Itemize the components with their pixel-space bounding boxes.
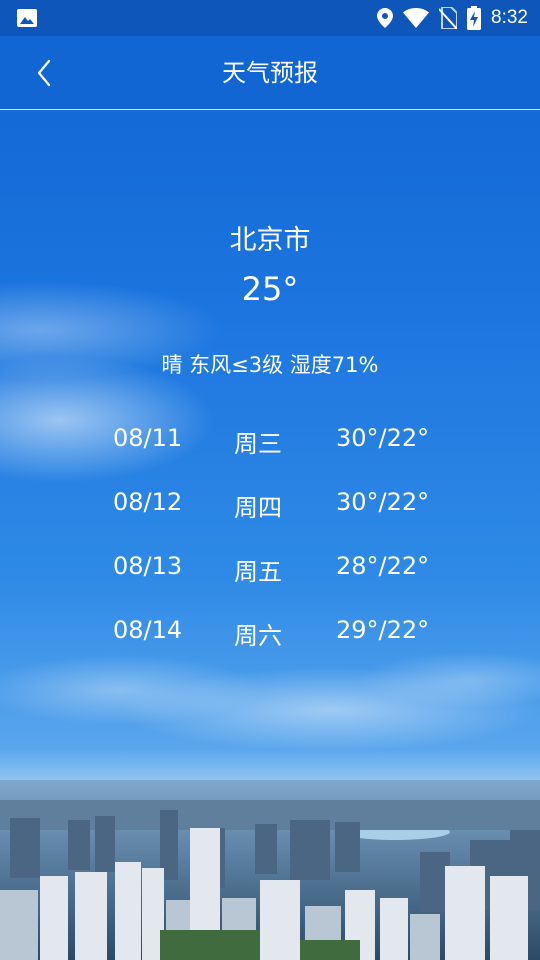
- location-icon: [377, 8, 394, 28]
- forecast-weekday: 周四: [234, 494, 282, 522]
- forecast-row: 08/14 周六 29°/22°: [0, 606, 540, 670]
- forecast-list: 08/11 周三 30°/22° 08/12 周四 30°/22° 08/13 …: [0, 414, 540, 670]
- forecast-temp-range: 29°/22°: [336, 616, 430, 644]
- battery-charging-icon: [467, 6, 482, 30]
- page-title: 天气预报: [222, 59, 318, 87]
- wifi-icon: [403, 8, 430, 28]
- forecast-row: 08/12 周四 30°/22°: [0, 478, 540, 542]
- forecast-temp-range: 28°/22°: [336, 552, 430, 580]
- weather-condition: 晴 东风≤3级 湿度71%: [161, 353, 379, 377]
- status-time: 8:32: [491, 7, 528, 28]
- forecast-date: 08/12: [113, 488, 183, 516]
- status-bar: 8:32: [0, 0, 540, 36]
- forecast-temp-range: 30°/22°: [336, 488, 430, 516]
- city-skyline-image: [0, 780, 540, 960]
- app-bar: 天气预报: [0, 36, 540, 110]
- no-sim-icon: [439, 7, 458, 29]
- forecast-weekday: 周三: [234, 430, 282, 458]
- forecast-date: 08/13: [113, 552, 183, 580]
- back-button[interactable]: [22, 50, 66, 96]
- forecast-row: 08/13 周五 28°/22°: [0, 542, 540, 606]
- forecast-date: 08/11: [113, 424, 183, 452]
- current-temperature: 25°: [241, 270, 299, 308]
- city-name: 北京市: [229, 225, 311, 256]
- forecast-weekday: 周六: [234, 622, 282, 650]
- forecast-weekday: 周五: [234, 558, 282, 586]
- forecast-row: 08/11 周三 30°/22°: [0, 414, 540, 478]
- image-icon: [17, 9, 37, 27]
- chevron-left-icon: [37, 59, 51, 87]
- forecast-temp-range: 30°/22°: [336, 424, 430, 452]
- forecast-date: 08/14: [113, 616, 183, 644]
